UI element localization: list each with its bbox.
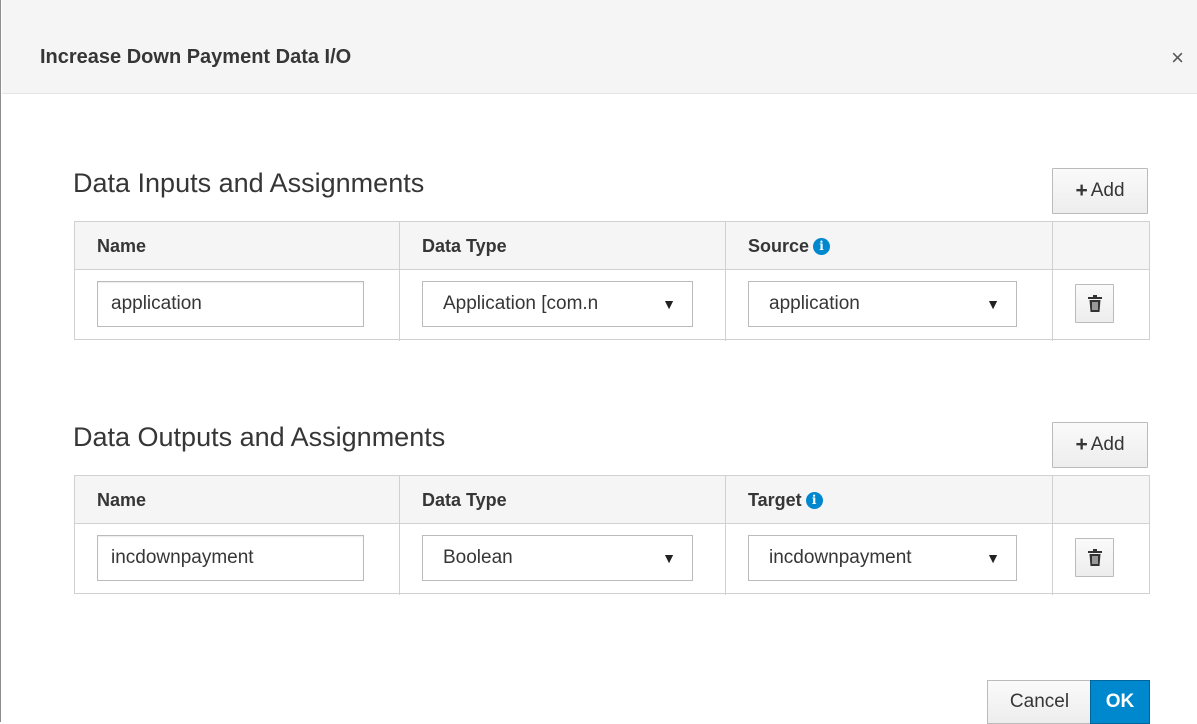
outputs-header-target: Target i	[748, 490, 823, 511]
plus-icon: +	[1075, 433, 1088, 456]
output-data-type-select[interactable]: Boolean ▼	[422, 535, 693, 581]
inputs-header-data-type: Data Type	[422, 236, 507, 256]
input-source-value: application	[769, 293, 860, 314]
outputs-header-name: Name	[97, 490, 147, 510]
inputs-header-name: Name	[97, 236, 147, 256]
caret-down-icon: ▼	[662, 296, 676, 312]
add-input-button[interactable]: + Add	[1052, 168, 1148, 214]
inputs-table: Name Data Type Source i application Appl…	[74, 221, 1150, 341]
add-output-label: Add	[1090, 434, 1125, 455]
input-data-type-select[interactable]: Application [com.n ▼	[422, 281, 693, 327]
outputs-header-target-label: Target	[748, 490, 802, 510]
output-target-value: incdownpayment	[769, 547, 912, 568]
cancel-button[interactable]: Cancel	[987, 680, 1091, 724]
caret-down-icon: ▼	[986, 550, 1000, 566]
data-io-dialog: Increase Down Payment Data I/O × Data In…	[0, 0, 1197, 724]
output-data-type-value: Boolean	[443, 547, 513, 568]
ok-button[interactable]: OK	[1090, 680, 1150, 724]
trash-icon	[1087, 549, 1102, 566]
dialog-title: Increase Down Payment Data I/O	[40, 46, 352, 68]
delete-input-button[interactable]	[1075, 284, 1114, 323]
input-data-type-value: Application [com.n	[443, 293, 599, 314]
table-row: incdownpayment Boolean ▼ incdownpayment …	[75, 524, 1149, 593]
dialog-header: Increase Down Payment Data I/O ×	[2, 0, 1197, 94]
delete-output-button[interactable]	[1075, 538, 1114, 577]
add-output-button[interactable]: + Add	[1052, 422, 1148, 468]
output-target-select[interactable]: incdownpayment ▼	[748, 535, 1017, 581]
caret-down-icon: ▼	[986, 296, 1000, 312]
inputs-section-title: Data Inputs and Assignments	[73, 168, 425, 198]
info-icon[interactable]: i	[805, 492, 823, 509]
outputs-table: Name Data Type Target i incdownpayment B…	[74, 475, 1150, 595]
add-input-label: Add	[1090, 180, 1125, 201]
input-name-field[interactable]: application	[97, 281, 364, 327]
caret-down-icon: ▼	[662, 550, 676, 566]
outputs-table-header: Name Data Type Target i	[75, 476, 1149, 524]
inputs-header-source: Source i	[748, 236, 831, 257]
close-button[interactable]: ×	[1171, 47, 1184, 69]
outputs-section-title: Data Outputs and Assignments	[73, 422, 446, 452]
output-name-field[interactable]: incdownpayment	[97, 535, 364, 581]
inputs-table-header: Name Data Type Source i	[75, 222, 1149, 270]
plus-icon: +	[1075, 179, 1088, 202]
trash-icon	[1087, 295, 1102, 312]
inputs-header-source-label: Source	[748, 236, 810, 256]
outputs-header-data-type: Data Type	[422, 490, 507, 510]
info-icon[interactable]: i	[813, 238, 831, 255]
table-row: application Application [com.n ▼ applica…	[75, 270, 1149, 339]
input-source-select[interactable]: application ▼	[748, 281, 1017, 327]
